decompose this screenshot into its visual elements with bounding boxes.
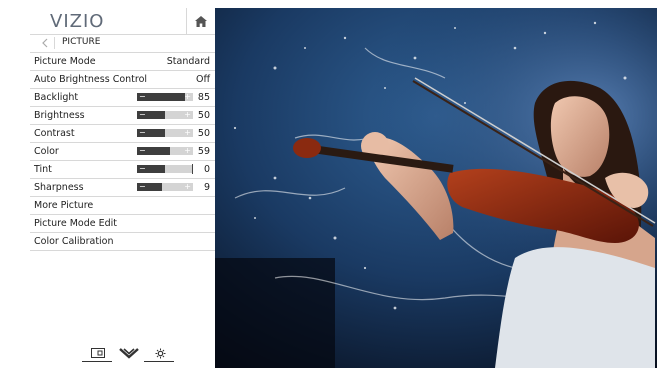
brand-logo: VIZIO [50, 11, 105, 32]
breadcrumb-divider [54, 37, 55, 49]
menu-item-picture-mode-edit[interactable]: Picture Mode Edit [30, 215, 215, 233]
menu-item-label: Contrast [34, 128, 75, 139]
menu-item-value: 0 [203, 164, 210, 175]
tint-slider[interactable]: − [137, 164, 193, 174]
slider-plus-icon: + [184, 92, 191, 101]
contrast-slider[interactable]: − + [137, 128, 193, 137]
menu-item-label: Color Calibration [34, 236, 114, 247]
input-button[interactable] [86, 344, 110, 362]
menu-item-label: Auto Brightness Control [34, 74, 148, 85]
slider-minus-icon: − [139, 92, 146, 101]
menu-item-picture-mode[interactable]: Picture Mode Standard [30, 53, 215, 71]
color-slider[interactable]: − + [137, 146, 193, 155]
breadcrumb: PICTURE [30, 34, 215, 53]
menu-item-value: 59 [197, 146, 210, 157]
slider-plus-icon: + [184, 182, 191, 191]
back-button[interactable] [38, 36, 52, 50]
menu-item-brightness[interactable]: Brightness − + 50 [30, 107, 215, 125]
home-icon [195, 15, 207, 27]
menu-header: VIZIO [30, 8, 215, 35]
chevron-down-icon [119, 348, 139, 359]
menu-item-label: Tint [34, 164, 52, 175]
footer-underline [82, 361, 112, 362]
menu-item-color-calibration[interactable]: Color Calibration [30, 233, 215, 251]
picture-settings-menu: VIZIO PICTURE Picture Mode Standard Auto… [30, 8, 215, 368]
menu-item-sharpness[interactable]: Sharpness − + 9 [30, 179, 215, 197]
tv-screen: VIZIO PICTURE Picture Mode Standard Auto… [30, 8, 657, 368]
menu-item-label: More Picture [34, 200, 94, 211]
menu-item-value: Standard [166, 56, 210, 67]
sharpness-slider[interactable]: − + [137, 182, 193, 191]
breadcrumb-label: PICTURE [62, 37, 101, 47]
settings-button[interactable] [148, 344, 172, 362]
menu-item-value: 50 [197, 128, 210, 139]
menu-down-button[interactable] [116, 344, 142, 362]
brightness-slider[interactable]: − + [137, 110, 193, 119]
menu-item-label: Color [34, 146, 59, 157]
slider-plus-icon: + [184, 110, 191, 119]
slider-minus-icon: − [139, 128, 146, 137]
slider-minus-icon: − [139, 182, 146, 191]
background-photo-violinist [215, 8, 657, 368]
slider-minus-icon: − [139, 164, 146, 173]
slider-plus-icon: + [184, 146, 191, 155]
menu-item-label: Brightness [34, 110, 85, 121]
menu-item-label: Picture Mode Edit [34, 218, 117, 229]
menu-item-label: Backlight [34, 92, 79, 103]
menu-item-value: 85 [197, 92, 210, 103]
slider-minus-icon: − [139, 110, 146, 119]
menu-item-more-picture[interactable]: More Picture [30, 197, 215, 215]
menu-item-value: 9 [203, 182, 210, 193]
menu-item-label: Sharpness [34, 182, 84, 193]
settings-icon [155, 348, 165, 358]
footer-underline [144, 361, 174, 362]
input-icon [91, 348, 105, 358]
backlight-slider[interactable]: − + [137, 92, 193, 101]
menu-item-color[interactable]: Color − + 59 [30, 143, 215, 161]
menu-item-label: Picture Mode [34, 56, 96, 67]
slider-minus-icon: − [139, 146, 146, 155]
menu-item-value: 50 [197, 110, 210, 121]
back-arrow-icon [42, 38, 48, 48]
menu-item-auto-brightness-control[interactable]: Auto Brightness Control Off [30, 71, 215, 89]
home-button[interactable] [186, 8, 215, 34]
menu-item-value: Off [195, 74, 210, 85]
menu-item-contrast[interactable]: Contrast − + 50 [30, 125, 215, 143]
menu-item-tint[interactable]: Tint − 0 [30, 161, 215, 179]
menu-footer-icons [78, 344, 178, 364]
slider-plus-icon: + [184, 128, 191, 137]
menu-item-backlight[interactable]: Backlight − + 85 [30, 89, 215, 107]
